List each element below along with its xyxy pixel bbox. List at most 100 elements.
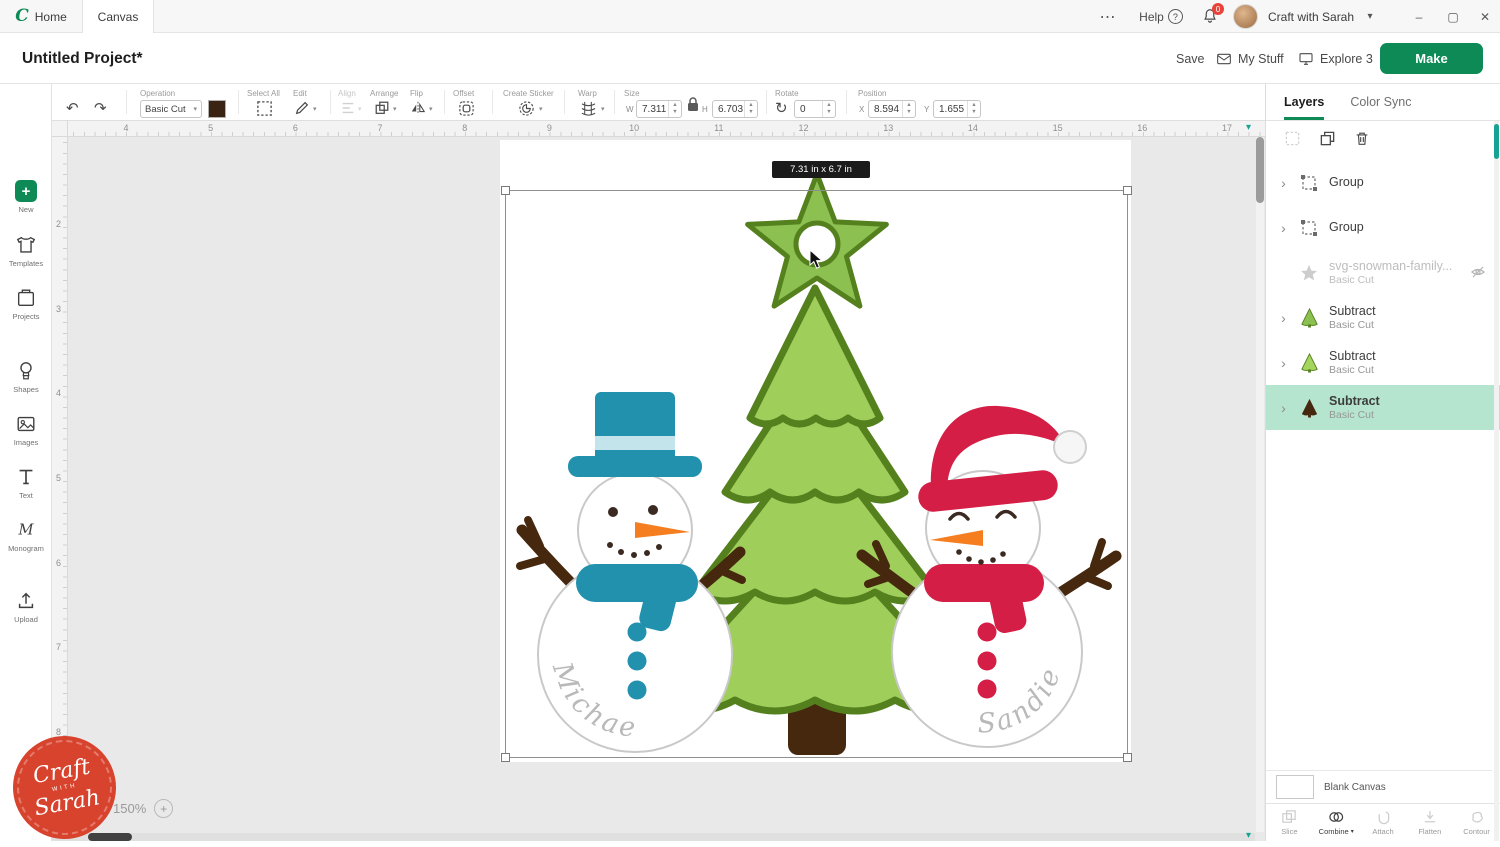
window-minimize-button[interactable]: –	[1404, 0, 1434, 33]
layer-row-subtract-2[interactable]: › Subtract Basic Cut	[1266, 340, 1500, 385]
chevron-right-icon[interactable]: ›	[1278, 310, 1289, 326]
sidebar-item-upload[interactable]: Upload	[0, 590, 52, 624]
help-button[interactable]: Help ?	[1134, 0, 1188, 33]
layer-row-hidden-star[interactable]: svg-snowman-family... Basic Cut	[1266, 250, 1500, 295]
layer-row-group-2[interactable]: › Group	[1266, 205, 1500, 250]
top-bar: C Home Canvas ⋯ Help ? 0 Craft with Sara…	[0, 0, 1500, 33]
size-width-value: 7.311	[642, 104, 666, 115]
make-button[interactable]: Make	[1380, 43, 1483, 74]
canvas-vertical-scrollbar-thumb[interactable]	[1256, 137, 1264, 203]
layer-row-subtract-1[interactable]: › Subtract Basic Cut	[1266, 295, 1500, 340]
save-button[interactable]: Save	[1176, 33, 1205, 84]
size-width-input[interactable]: 7.311 ▲▼	[636, 100, 682, 118]
layer-row-subtract-3-selected[interactable]: › Subtract Basic Cut	[1266, 385, 1500, 430]
svg-text:M: M	[17, 522, 34, 539]
duplicate-button[interactable]	[1319, 130, 1336, 152]
layer-name: Subtract	[1329, 303, 1376, 319]
flip-chevron-down-icon[interactable]: ▾	[429, 105, 433, 113]
contour-button: Contour	[1453, 804, 1500, 841]
warp-chevron-down-icon[interactable]: ▾	[601, 105, 605, 113]
chevron-right-icon[interactable]: ›	[1278, 355, 1289, 371]
sidebar-item-shapes[interactable]: Shapes	[0, 360, 52, 394]
sidebar-label: Shapes	[13, 385, 38, 394]
create-sticker-button[interactable]	[518, 100, 535, 117]
edit-button[interactable]	[294, 100, 310, 116]
undo-button[interactable]: ↶	[66, 101, 79, 116]
sidebar-label: New	[18, 205, 33, 214]
zoom-in-button[interactable]: +	[154, 799, 173, 818]
rotate-input[interactable]: 0 ▲▼	[794, 100, 836, 118]
account-chevron-down-icon[interactable]: ▾	[1362, 0, 1378, 33]
tab-home[interactable]: C Home	[2, 0, 80, 33]
blank-canvas-row[interactable]: Blank Canvas	[1266, 770, 1492, 803]
rotate-icon[interactable]: ↻	[775, 101, 788, 116]
combine-button[interactable]: Combine▾	[1313, 804, 1360, 841]
scroll-corner-chevron-icon[interactable]: ▾	[1246, 830, 1251, 841]
redo-button[interactable]: ↷	[94, 101, 107, 116]
canvas-horizontal-scrollbar-thumb[interactable]	[88, 833, 132, 841]
size-width-stepper[interactable]: ▲▼	[668, 101, 681, 117]
size-height-stepper[interactable]: ▲▼	[744, 101, 757, 117]
size-lock-button[interactable]	[687, 97, 699, 112]
size-height-input[interactable]: 6.703 ▲▼	[712, 100, 758, 118]
toolbar-collapse-chevron-icon[interactable]: ▾	[1246, 122, 1251, 133]
layer-row-group-1[interactable]: › Group	[1266, 160, 1500, 205]
tab-canvas[interactable]: Canvas	[82, 0, 154, 33]
selection-handle-bottom-left[interactable]	[501, 753, 510, 762]
selection-handle-top-right[interactable]	[1123, 186, 1132, 195]
ruler-vertical: 2345678	[52, 121, 68, 841]
position-y-input[interactable]: 1.655 ▲▼	[933, 100, 981, 118]
warp-button[interactable]	[580, 100, 597, 117]
size-h-label: H	[702, 105, 708, 114]
delete-button[interactable]	[1354, 130, 1370, 152]
sidebar-item-text[interactable]: Text	[0, 466, 52, 500]
tab-color-sync[interactable]: Color Sync	[1350, 84, 1411, 120]
canvas-area[interactable]: 4567891011121314151617 2345678 ▾	[52, 121, 1265, 841]
canvas-vertical-scrollbar[interactable]	[1256, 137, 1264, 832]
layers-scrollbar[interactable]	[1494, 121, 1499, 841]
rotate-stepper[interactable]: ▲▼	[822, 101, 835, 117]
arrange-button[interactable]	[374, 100, 390, 116]
my-stuff-button[interactable]: My Stuff	[1216, 33, 1284, 84]
window-maximize-button[interactable]: ▢	[1438, 0, 1468, 33]
sidebar-item-projects[interactable]: Projects	[0, 287, 52, 321]
avatar[interactable]	[1233, 4, 1258, 29]
sidebar-item-templates[interactable]: Templates	[0, 234, 52, 268]
text-icon	[15, 466, 37, 488]
select-all-button[interactable]	[256, 100, 273, 117]
blank-canvas-swatch[interactable]	[1276, 775, 1314, 799]
selection-bounding-box[interactable]	[505, 190, 1128, 758]
operation-select[interactable]: Basic Cut ▾	[140, 100, 202, 118]
arrange-chevron-down-icon[interactable]: ▾	[393, 105, 397, 113]
operation-color-swatch[interactable]	[208, 100, 226, 118]
notifications-button[interactable]: 0	[1196, 0, 1224, 33]
create-sticker-chevron-down-icon[interactable]: ▾	[539, 105, 543, 113]
layers-scrollbar-thumb[interactable]	[1494, 124, 1499, 159]
explore-button[interactable]: Explore 3	[1298, 33, 1373, 84]
toolbar-separator	[564, 90, 565, 114]
overflow-menu-icon[interactable]: ⋯	[1094, 0, 1122, 33]
selection-handle-top-left[interactable]	[501, 186, 510, 195]
combine-chevron-down-icon: ▾	[1351, 828, 1354, 835]
sidebar-item-new[interactable]: + New	[0, 180, 52, 214]
position-y-stepper[interactable]: ▲▼	[967, 101, 980, 117]
chevron-right-icon[interactable]: ›	[1278, 175, 1289, 191]
edit-chevron-down-icon[interactable]: ▾	[313, 105, 317, 113]
selection-handle-bottom-right[interactable]	[1123, 753, 1132, 762]
flip-button[interactable]	[410, 100, 426, 116]
position-x-input[interactable]: 8.594 ▲▼	[868, 100, 916, 118]
chevron-right-icon[interactable]: ›	[1278, 220, 1289, 236]
offset-button[interactable]	[458, 100, 475, 117]
sidebar-item-monogram[interactable]: M Monogram	[0, 519, 52, 553]
chevron-right-icon[interactable]: ›	[1278, 400, 1289, 416]
ruler-h-number: 9	[547, 123, 552, 133]
tab-layers[interactable]: Layers	[1284, 84, 1324, 120]
cricut-logo-icon: C	[15, 8, 29, 25]
sidebar-item-images[interactable]: Images	[0, 413, 52, 447]
canvas-horizontal-scrollbar[interactable]	[52, 833, 1255, 841]
monogram-icon: M	[15, 519, 37, 541]
account-name[interactable]: Craft with Sarah	[1264, 0, 1364, 33]
position-x-stepper[interactable]: ▲▼	[902, 101, 915, 117]
eye-hidden-icon[interactable]	[1470, 264, 1486, 285]
window-close-button[interactable]: ✕	[1470, 0, 1500, 33]
